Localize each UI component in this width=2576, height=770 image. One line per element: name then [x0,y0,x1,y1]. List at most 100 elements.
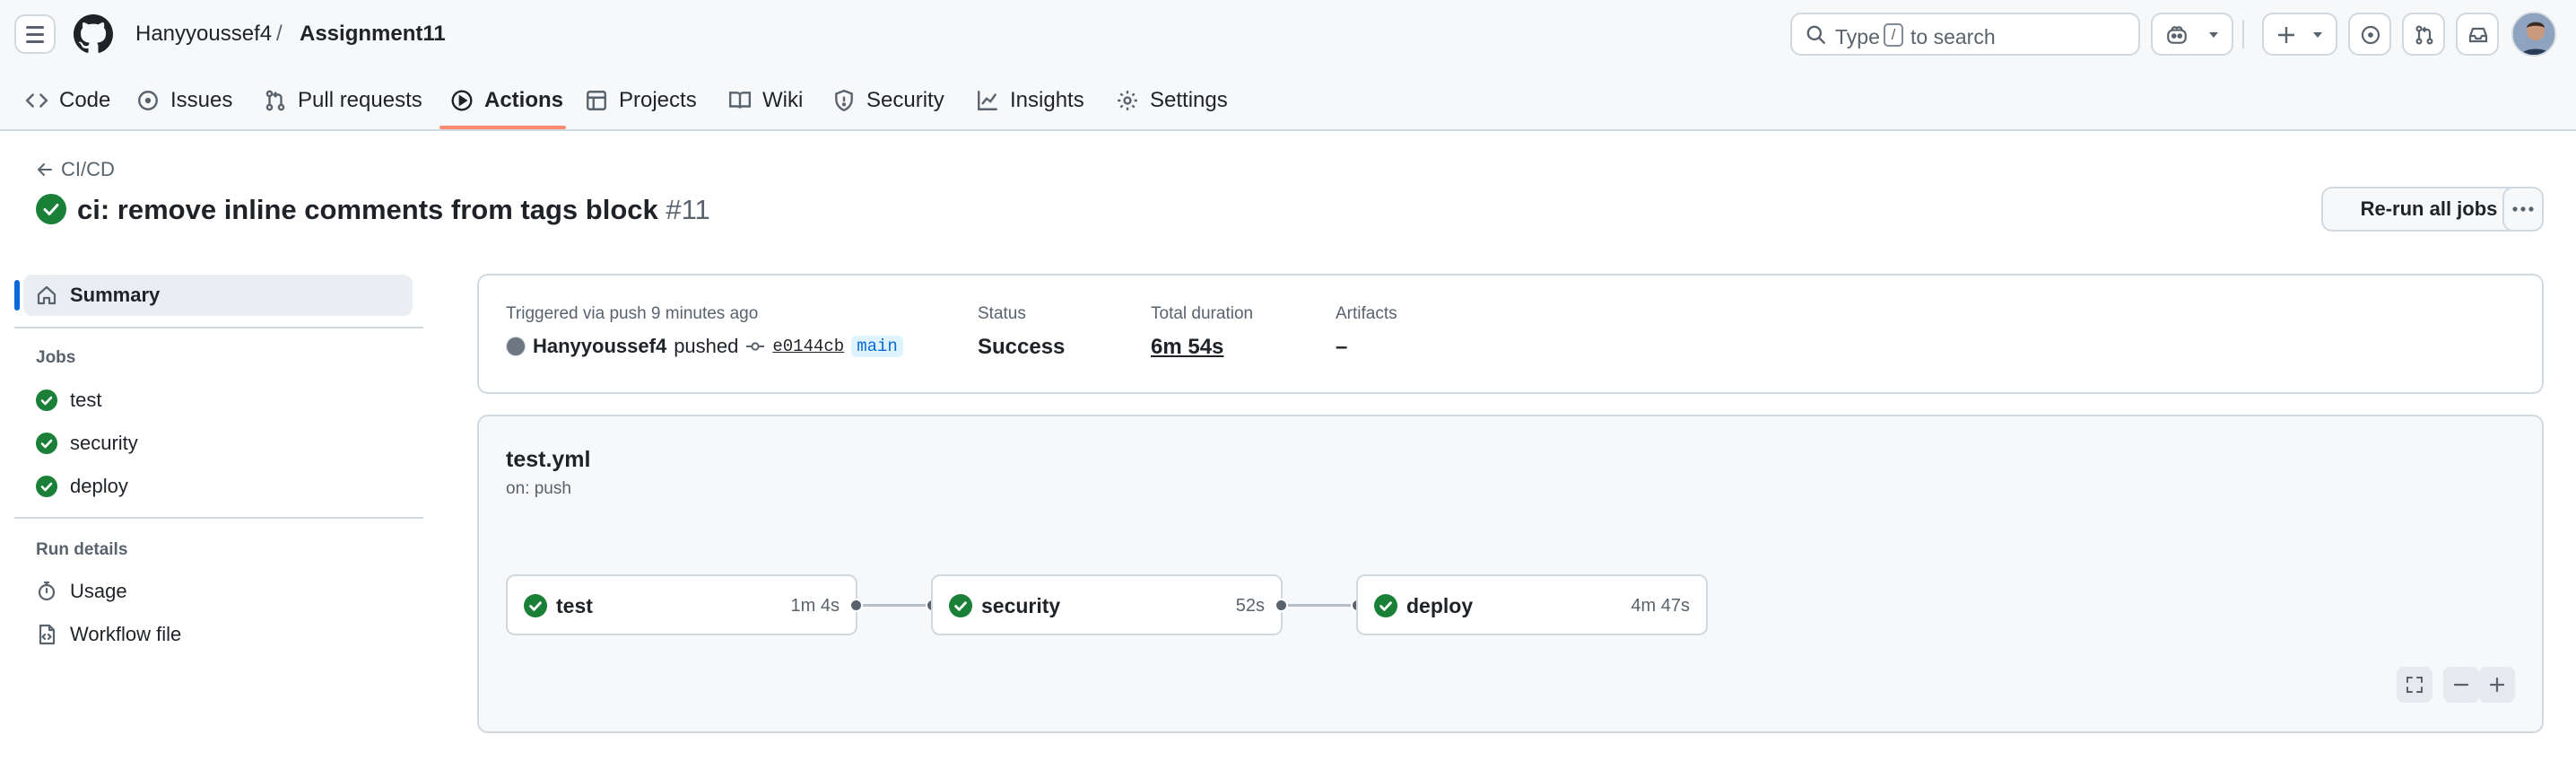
create-new-button[interactable] [2262,13,2337,56]
back-to-workflow-link[interactable]: CI/CD [36,158,115,181]
workflow-name: CI/CD [61,158,115,180]
sidebar-divider [14,327,423,328]
pull-requests-button[interactable] [2402,13,2445,56]
success-check-icon [36,476,57,497]
job-node-test[interactable]: test 1m 4s [506,574,857,635]
success-check-icon [1374,594,1397,617]
avatar-image [2513,13,2554,55]
hamburger-line [26,25,44,29]
file-code-icon [39,624,56,645]
trigger-text: Triggered via push 9 minutes ago [506,304,759,323]
copilot-icon [2167,26,2187,44]
pull-request-icon [265,90,285,111]
sidebar-item-workflow-file[interactable]: Workflow file [36,621,181,648]
repo-owner-link[interactable]: Hanyyoussef4 [135,22,272,47]
pusher-avatar [506,337,526,356]
job-duration: 1m 4s [790,596,840,616]
run-number: #11 [666,194,710,225]
run-summary-card: Triggered via push 9 minutes ago Hanyyou… [477,274,2544,394]
copilot-button[interactable] [2151,13,2233,56]
issue-icon [138,91,158,110]
tab-projects[interactable]: Projects [585,83,697,118]
tab-security[interactable]: Security [832,83,944,118]
tab-wiki[interactable]: Wiki [728,83,803,118]
user-avatar[interactable] [2511,12,2556,57]
tab-code[interactable]: Code [25,83,110,118]
success-check-icon [524,594,547,617]
stopwatch-icon [38,581,56,601]
sidebar-item-job-security[interactable]: security [36,430,138,457]
job-connector-line [1288,604,1351,607]
tab-label: Projects [619,88,697,112]
menu-button[interactable] [14,14,56,54]
play-icon [451,90,473,111]
sidebar-item-job-test[interactable]: test [36,387,101,414]
tab-label: Pull requests [298,88,422,112]
hamburger-line [26,39,44,43]
job-duration: 52s [1235,596,1265,616]
issue-icon [2361,25,2380,45]
arrow-left-icon [37,163,52,176]
sidebar-active-indicator [14,280,20,311]
plus-icon [2489,677,2505,693]
sidebar-item-label: Workflow file [70,623,182,645]
search-placeholder-prefix: Type [1835,25,1880,48]
github-logo-icon[interactable] [74,14,113,54]
job-name: test [556,594,593,617]
tab-insights[interactable]: Insights [976,83,1084,118]
search-icon [1806,25,1825,44]
sidebar-item-label: test [70,389,102,411]
chevron-down-icon [2313,32,2322,38]
sidebar-item-job-deploy[interactable]: deploy [36,473,128,500]
home-icon [37,285,57,305]
pusher-username-link[interactable]: Hanyyoussef4 [533,335,666,358]
tab-label: Insights [1010,88,1084,112]
tab-label: Actions [484,88,564,112]
breadcrumb-separator: / [276,22,283,46]
tab-pull-requests[interactable]: Pull requests [264,83,422,118]
job-connector-dot [1275,599,1288,612]
more-options-button[interactable] [2502,187,2544,232]
pull-request-icon [2415,25,2433,45]
top-bar: Hanyyoussef4 / Assignment11 Type / to se… [0,0,2576,68]
plus-icon [2278,27,2294,43]
artifacts-value: – [1336,335,1348,359]
tab-label: Security [866,88,944,112]
job-name: deploy [1406,594,1474,617]
artifacts-label: Artifacts [1336,304,1397,323]
minus-icon [2453,683,2469,687]
issues-button[interactable] [2348,13,2391,56]
repo-name-link[interactable]: Assignment11 [300,22,446,47]
branch-badge[interactable]: main [851,336,903,357]
tab-settings[interactable]: Settings [1116,83,1228,118]
workflow-file-name: test.yml [506,447,591,472]
search-shortcut-key: / [1884,23,1903,47]
sidebar-item-summary[interactable]: Summary [36,282,160,309]
duration-value-link[interactable]: 6m 54s [1151,335,1223,360]
commit-sha-link[interactable]: e0144cb [772,337,844,356]
gear-icon [1118,91,1137,110]
success-check-icon [36,389,57,411]
sidebar-item-usage[interactable]: Usage [36,578,127,605]
run-details-heading: Run details [36,540,128,559]
workflow-graph-card: test.yml on: push test 1m 4s security 52… [477,415,2544,733]
sidebar-item-label: security [70,432,138,454]
sidebar-divider [14,517,423,519]
zoom-in-button[interactable] [2479,667,2515,703]
success-check-icon [36,194,66,224]
duration-label: Total duration [1151,304,1254,323]
tab-actions[interactable]: Actions [450,83,563,118]
job-node-deploy[interactable]: deploy 4m 47s [1356,574,1708,635]
fullscreen-button[interactable] [2397,667,2432,703]
tab-label: Settings [1150,88,1228,112]
page-title: ci: remove inline comments from tags blo… [77,194,710,226]
inbox-button[interactable] [2456,13,2499,56]
search-input[interactable]: Type / to search [1790,13,2140,56]
zoom-out-button[interactable] [2443,667,2479,703]
status-value: Success [978,335,1066,359]
search-placeholder-suffix: to search [1910,25,1996,48]
push-action-text: pushed [674,335,739,357]
tab-issues[interactable]: Issues [136,83,232,118]
job-node-security[interactable]: security 52s [931,574,1283,635]
tab-label: Wiki [762,88,804,112]
